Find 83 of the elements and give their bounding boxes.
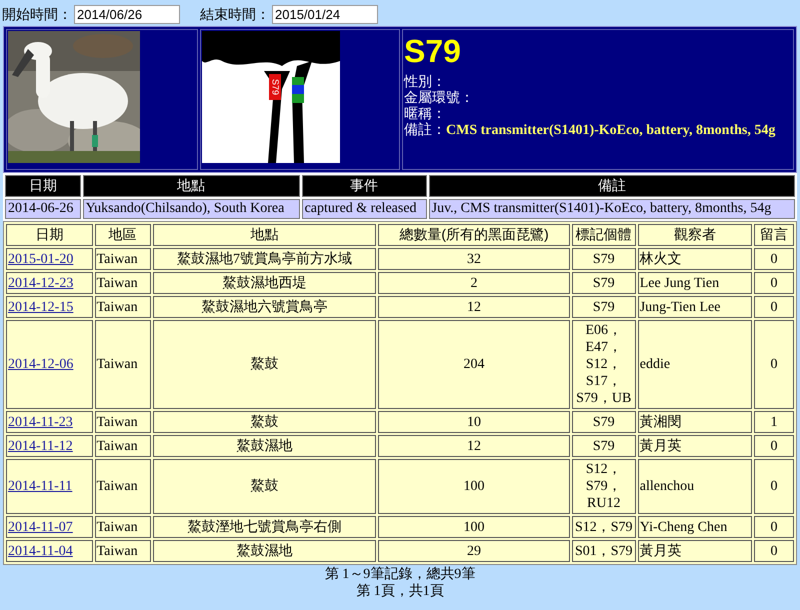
column-header: 總數量(所有的黑面琵鷺) xyxy=(378,224,570,246)
table-cell: 2 xyxy=(470,276,478,290)
column-header: 日期 xyxy=(6,224,93,246)
table-cell: S01，S79 xyxy=(574,544,633,558)
table-cell: 10 xyxy=(467,414,481,430)
record-count: 第 1～9筆記錄，總共9筆 xyxy=(324,566,476,583)
column-header: 備註 xyxy=(428,175,795,197)
table-cell: Yuksando(Chilsando), South Korea xyxy=(82,199,300,219)
table-cell: 0 xyxy=(770,300,778,314)
filter-label: 開始時間： xyxy=(2,6,72,24)
table-cell: Taiwan xyxy=(96,438,138,454)
table-cell: 32 xyxy=(467,252,481,266)
bird-name: S79 xyxy=(404,33,462,69)
table-cell: S12，S79，RU12 xyxy=(586,462,622,511)
table-cell: S79 xyxy=(592,252,615,266)
table-cell: 黃月英 xyxy=(640,438,682,454)
table-cell: S79 xyxy=(592,300,615,314)
table-cell: 0 xyxy=(770,357,778,372)
table-cell: Juv., CMS transmitter(S1401)-KoEco, battery, 8months, 54g xyxy=(428,199,795,219)
table-cell: 鰲鼓濕地 xyxy=(236,544,293,558)
column-header: 日期 xyxy=(5,175,81,197)
table-cell: Taiwan xyxy=(96,276,138,290)
table-cell: E06，E47，S12，S17，S79，UB xyxy=(576,323,632,406)
table-cell: Taiwan xyxy=(96,479,138,494)
column-header: 地點 xyxy=(152,224,376,246)
table-cell: S79 xyxy=(592,438,615,454)
date-field[interactable]: 2014/06/26 xyxy=(74,5,180,24)
table-cell: Jung-Tien Lee xyxy=(640,300,720,314)
leg-band-drawing: S79 xyxy=(202,31,340,163)
field-label: 暱稱： xyxy=(404,105,446,121)
table-cell: Taiwan xyxy=(96,520,138,534)
column-header: 地區 xyxy=(94,224,151,246)
table-cell: eddie xyxy=(640,357,670,372)
date-field[interactable]: 2015/01/24 xyxy=(272,5,378,24)
table-cell: 0 xyxy=(770,252,778,266)
table-cell: Taiwan xyxy=(96,357,138,372)
table-cell: 12 xyxy=(467,300,481,314)
column-header: 事件 xyxy=(302,175,427,197)
column-header: 地點 xyxy=(82,175,300,197)
record-count: 第 1頁，共1頁 xyxy=(355,583,445,600)
column-header: 觀察者 xyxy=(638,224,752,246)
table-cell: Yi-Cheng Chen xyxy=(640,520,728,534)
table-cell: Taiwan xyxy=(96,252,138,266)
table-cell: 鰲鼓濕地 xyxy=(236,438,293,454)
table-cell: 1 xyxy=(770,414,778,430)
table-cell: S12，S79 xyxy=(574,520,633,534)
table-cell: 鰲鼓 xyxy=(250,357,279,372)
table-cell: 鰲鼓溼地七號賞鳥亭右側 xyxy=(188,520,342,534)
table-cell: 林火文 xyxy=(640,252,682,266)
date-link[interactable]: 2014-12-06 xyxy=(8,357,74,372)
filter-label: 結束時間： xyxy=(200,6,270,24)
table-cell: 100 xyxy=(464,479,484,494)
field-label: 性別： xyxy=(404,73,446,89)
table-cell: 黃湘閔 xyxy=(640,414,682,430)
table-cell: captured & released xyxy=(302,199,427,219)
table-cell: 204 xyxy=(464,357,484,372)
column-header: 標記個體 xyxy=(572,224,636,246)
table-cell: 0 xyxy=(770,276,778,290)
table-cell: 0 xyxy=(770,438,778,454)
table-cell: Taiwan xyxy=(96,414,138,430)
table-cell: 鰲鼓濕地六號賞鳥亭 xyxy=(202,300,328,314)
table-cell: S79 xyxy=(592,414,615,430)
table-cell: 0 xyxy=(770,479,778,494)
field-value: CMS transmitter(S1401)-KoEco, battery, 8months, 54g xyxy=(446,123,776,138)
table-cell: 0 xyxy=(770,520,778,534)
table-cell: S79 xyxy=(592,276,615,290)
table-cell: Taiwan xyxy=(96,300,138,314)
table-cell: 2014-06-26 xyxy=(5,199,81,219)
field-label: 備註： xyxy=(404,121,446,137)
table-cell: 12 xyxy=(467,438,481,454)
table-cell: 鰲鼓 xyxy=(250,414,279,430)
table-cell: 29 xyxy=(467,544,481,558)
table-cell: Lee Jung Tien xyxy=(640,276,720,290)
table-cell: 鰲鼓 xyxy=(250,479,279,494)
table-cell: 100 xyxy=(464,520,484,534)
table-cell: 鰲鼓濕地西堤 xyxy=(222,276,307,290)
column-header: 留言 xyxy=(754,224,794,246)
table-cell: Taiwan xyxy=(96,544,138,558)
table-cell: allenchou xyxy=(640,479,694,494)
field-label: 金屬環號： xyxy=(404,89,474,105)
table-cell: 0 xyxy=(770,544,778,558)
table-cell: 鰲鼓濕地7號賞鳥亭前方水域 xyxy=(177,252,352,266)
table-cell: 黃月英 xyxy=(640,544,682,558)
